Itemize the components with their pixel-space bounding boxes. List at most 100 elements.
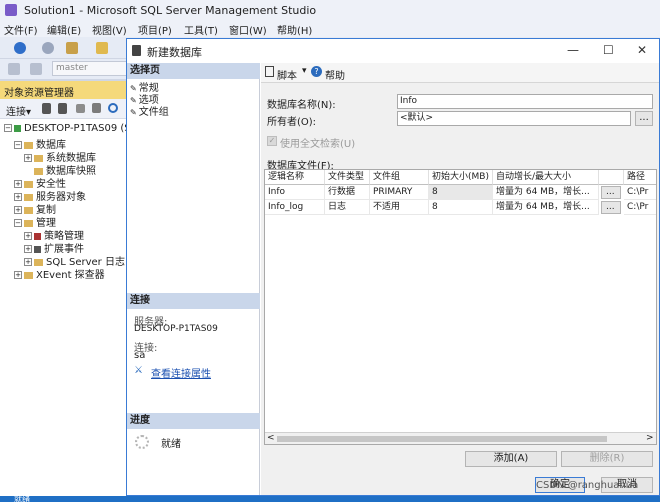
new-project-icon[interactable]	[66, 42, 78, 54]
watermark: CSDN @ranghuahua	[536, 480, 639, 491]
stop-icon[interactable]	[76, 104, 85, 113]
app-title: Solution1 - Microsoft SQL Server Managem…	[24, 4, 317, 17]
ssms-titlebar: Solution1 - Microsoft SQL Server Managem…	[0, 0, 660, 20]
connection-properties-icon: ⚔	[134, 365, 143, 376]
dialog-right-pane: 脚本 ▾ ? 帮助 数据库名称(N): Info 所有者(O): <默认> ..…	[261, 63, 659, 495]
owner-browse-button[interactable]: ...	[635, 111, 653, 126]
folder-icon	[24, 219, 33, 227]
column-header[interactable]: 路径	[624, 170, 656, 185]
table-cell[interactable]: 8	[429, 200, 493, 215]
help-icon: ?	[311, 66, 322, 77]
scroll-left-icon[interactable]: <	[267, 433, 275, 443]
connection-value: sa	[134, 350, 146, 361]
db-name-input[interactable]: Info	[397, 94, 653, 109]
autogrowth-browse-button[interactable]: ...	[601, 186, 621, 199]
column-header[interactable]: 初始大小(MB)	[429, 170, 493, 185]
table-cell[interactable]: Info	[265, 185, 325, 200]
table-cell[interactable]: C:\Pr	[624, 185, 656, 200]
expand-icon[interactable]: +	[14, 206, 22, 214]
expand-icon[interactable]: +	[14, 180, 22, 188]
table-cell[interactable]: 增量为 64 MB，增长...	[493, 185, 599, 200]
events-icon	[34, 245, 41, 253]
menu-help[interactable]: 帮助(H)	[277, 22, 312, 37]
menu-view[interactable]: 视图(V)	[92, 22, 127, 37]
collapse-icon[interactable]: −	[4, 124, 12, 132]
column-header[interactable]: 自动增长/最大大小	[493, 170, 599, 185]
object-explorer-toolbar: 连接▾	[0, 99, 126, 119]
table-cell[interactable]: 8	[429, 185, 493, 200]
new-database-dialog: 新建数据库 — ☐ ✕ 选择页 ✎ 常规 ✎ 选项 ✎ 文件组 连接 服务器: DES…	[126, 38, 660, 496]
script-button[interactable]: 脚本	[277, 67, 297, 82]
owner-label: 所有者(O):	[267, 117, 317, 128]
minimize-icon[interactable]: —	[567, 43, 579, 57]
tree-node-xevent-profiler[interactable]: + XEvent 探查器	[14, 266, 105, 281]
open-file-icon[interactable]	[96, 42, 108, 54]
folder-icon	[24, 193, 33, 201]
disconnect-icon[interactable]	[30, 63, 42, 75]
connect-icon[interactable]	[8, 63, 20, 75]
autogrowth-browse-button[interactable]: ...	[601, 201, 621, 214]
column-header[interactable]	[599, 170, 624, 185]
add-file-button[interactable]: 添加(A)	[465, 451, 557, 467]
help-button[interactable]: 帮助	[325, 67, 345, 82]
fulltext-checkbox[interactable]: ✓	[267, 136, 277, 146]
remove-file-button[interactable]: 删除(R)	[561, 451, 653, 467]
refresh-icon[interactable]	[108, 103, 118, 113]
column-header[interactable]: 逻辑名称	[265, 170, 325, 185]
collapse-icon[interactable]: −	[14, 141, 22, 149]
scroll-thumb[interactable]	[277, 436, 607, 442]
menu-tools[interactable]: 工具(T)	[184, 22, 218, 37]
folder-icon	[24, 180, 33, 188]
scroll-right-icon[interactable]: >	[646, 433, 654, 443]
menu-project[interactable]: 项目(P)	[138, 22, 172, 37]
select-page-header: 选择页	[127, 63, 260, 79]
table-cell[interactable]: 日志	[325, 200, 370, 215]
table-cell[interactable]: 增量为 64 MB，增长...	[493, 200, 599, 215]
maximize-icon[interactable]: ☐	[603, 43, 614, 57]
menu-bar: 文件(F) 编辑(E) 视图(V) 项目(P) 工具(T) 窗口(W) 帮助(H…	[0, 20, 660, 37]
expand-icon[interactable]: +	[14, 193, 22, 201]
policy-icon	[34, 232, 41, 240]
expand-icon[interactable]: +	[24, 232, 32, 240]
disconnect-plug-icon[interactable]	[58, 103, 67, 114]
menu-edit[interactable]: 编辑(E)	[47, 22, 81, 37]
fulltext-label: 使用全文检索(U)	[280, 139, 356, 150]
table-cell[interactable]: PRIMARY	[370, 185, 429, 200]
owner-input[interactable]: <默认>	[397, 111, 631, 126]
table-cell[interactable]: 行数据	[325, 185, 370, 200]
page-filegroups[interactable]: ✎ 文件组	[130, 103, 169, 118]
expand-icon[interactable]: +	[24, 258, 32, 266]
connect-plug-icon[interactable]	[42, 103, 51, 114]
expand-icon[interactable]: +	[14, 271, 22, 279]
close-icon[interactable]: ✕	[637, 43, 647, 57]
connection-header: 连接	[127, 293, 260, 309]
object-explorer-header: 对象资源管理器	[0, 81, 126, 99]
view-connection-properties-link[interactable]: 查看连接属性	[151, 365, 211, 380]
script-dropdown-icon[interactable]: ▾	[302, 66, 307, 76]
column-header[interactable]: 文件组	[370, 170, 429, 185]
tree-node-server[interactable]: − DESKTOP-P1TAS09 (SQ	[4, 123, 138, 134]
expand-icon[interactable]: +	[24, 245, 32, 253]
forward-icon[interactable]	[42, 42, 54, 54]
table-cell[interactable]: 不适用	[370, 200, 429, 215]
menu-window[interactable]: 窗口(W)	[229, 22, 267, 37]
database-combo[interactable]: master	[52, 61, 132, 76]
collapse-icon[interactable]: −	[14, 219, 22, 227]
menu-file[interactable]: 文件(F)	[4, 22, 38, 37]
connect-dropdown[interactable]: 连接▾	[6, 103, 31, 118]
table-cell[interactable]: C:\Pr	[624, 200, 656, 215]
dialog-app-icon	[132, 45, 141, 56]
horizontal-scrollbar[interactable]: < >	[265, 432, 656, 444]
folder-icon	[24, 271, 33, 279]
folder-icon	[34, 154, 43, 162]
dialog-left-pane: 选择页 ✎ 常规 ✎ 选项 ✎ 文件组 连接 服务器: DESKTOP-P1TAS09…	[127, 63, 260, 495]
folder-icon	[34, 258, 43, 266]
back-icon[interactable]	[14, 42, 26, 54]
column-header[interactable]: 文件类型	[325, 170, 370, 185]
folder-icon	[24, 141, 33, 149]
filter-icon[interactable]	[92, 103, 101, 113]
table-cell[interactable]: Info_log	[265, 200, 325, 215]
object-explorer-tree: − DESKTOP-P1TAS09 (SQ − 数据库 + 系统数据库 数据库快照 +…	[0, 119, 138, 496]
progress-header: 进度	[127, 413, 260, 429]
expand-icon[interactable]: +	[24, 154, 32, 162]
